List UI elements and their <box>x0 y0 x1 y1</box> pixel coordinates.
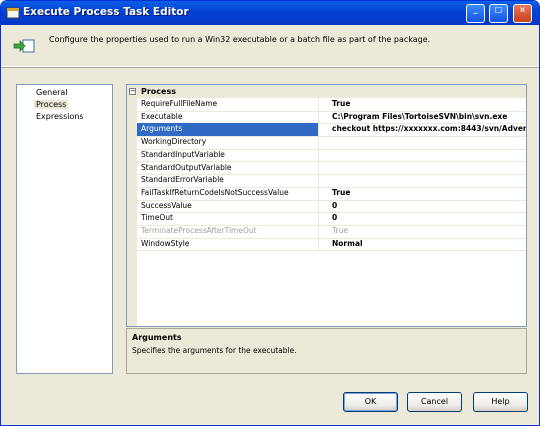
property-row-terminateprocessaftertimeout: TerminateProcessAfterTimeOut True <box>137 225 526 239</box>
property-name: SuccessValue <box>137 199 319 213</box>
property-row-requirefullfilename[interactable]: RequireFullFileName True <box>137 98 526 112</box>
category-row-process[interactable]: − Process <box>127 85 526 98</box>
property-name: Arguments <box>137 123 319 137</box>
page-navigation-list: General Process Expressions <box>16 84 113 374</box>
property-value[interactable]: C:\Program Files\TortoiseSVN\bin\svn.exe <box>320 111 526 124</box>
property-value[interactable] <box>320 149 526 162</box>
window-title: Execute Process Task Editor <box>23 6 189 18</box>
ok-button[interactable]: OK <box>343 392 398 412</box>
property-value[interactable]: 0 <box>320 200 526 213</box>
property-row-timeout[interactable]: TimeOut 0 <box>137 212 526 226</box>
property-name: StandardErrorVariable <box>137 174 319 187</box>
property-name: WindowStyle <box>137 237 319 251</box>
property-row-standardinputvariable[interactable]: StandardInputVariable <box>137 148 526 163</box>
title-bar[interactable]: Execute Process Task Editor _ □ × <box>1 1 539 25</box>
property-value[interactable] <box>320 174 526 187</box>
property-name: WorkingDirectory <box>137 136 319 149</box>
execute-process-task-editor-window: Execute Process Task Editor _ □ × Config… <box>0 0 540 426</box>
dialog-header: Configure the properties used to run a W… <box>1 25 539 67</box>
nav-item-expressions[interactable]: Expressions <box>34 112 86 121</box>
maximize-button[interactable]: □ <box>489 4 508 23</box>
property-row-arguments[interactable]: Arguments checkout https://xxxxxxx.com:8… <box>137 123 526 138</box>
property-row-failtaskifreturncodeisnotsuccessvalue[interactable]: FailTaskIfReturnCodeIsNotSuccessValue Tr… <box>137 186 526 201</box>
property-name: FailTaskIfReturnCodeIsNotSuccessValue <box>137 186 319 200</box>
property-row-successvalue[interactable]: SuccessValue 0 <box>137 199 526 214</box>
property-grid: − Process RequireFullFileName True Execu… <box>126 84 527 327</box>
minimize-button[interactable]: _ <box>466 4 485 23</box>
property-value[interactable] <box>320 162 526 175</box>
ssis-app-icon <box>6 7 20 19</box>
close-button[interactable]: × <box>513 4 532 23</box>
property-name: StandardOutputVariable <box>137 161 319 175</box>
nav-item-general[interactable]: General <box>34 88 70 97</box>
process-arrow-icon <box>13 39 35 53</box>
property-row-executable[interactable]: Executable C:\Program Files\TortoiseSVN\… <box>137 110 526 125</box>
property-name: StandardInputVariable <box>137 148 319 162</box>
property-row-standardoutputvariable[interactable]: StandardOutputVariable <box>137 161 526 176</box>
property-name: RequireFullFileName <box>137 98 319 111</box>
property-value[interactable]: 0 <box>320 212 526 225</box>
category-label: Process <box>141 87 176 96</box>
description-title: Arguments <box>132 333 182 342</box>
property-name: TimeOut <box>137 212 319 225</box>
header-description: Configure the properties used to run a W… <box>49 35 431 44</box>
help-button[interactable]: Help <box>473 392 528 412</box>
property-description-panel: Arguments Specifies the arguments for th… <box>126 328 527 374</box>
property-value[interactable]: True <box>320 98 526 111</box>
property-value[interactable]: True <box>320 187 526 200</box>
nav-item-process[interactable]: Process <box>34 100 69 109</box>
property-row-windowstyle[interactable]: WindowStyle Normal <box>137 237 526 252</box>
property-value[interactable]: checkout https://xxxxxxx.com:8443/svn/Ad… <box>320 123 526 136</box>
close-icon: × <box>519 5 526 14</box>
property-value[interactable]: Normal <box>320 238 526 251</box>
maximize-icon: □ <box>494 5 503 14</box>
property-name: TerminateProcessAfterTimeOut <box>137 225 319 238</box>
cancel-button[interactable]: Cancel <box>407 392 462 412</box>
description-text: Specifies the arguments for the executab… <box>132 346 297 355</box>
property-name: Executable <box>137 110 319 124</box>
property-grid-gutter <box>127 85 137 326</box>
property-value[interactable] <box>320 136 526 149</box>
property-row-standarderrorvariable[interactable]: StandardErrorVariable <box>137 174 526 188</box>
collapse-icon[interactable]: − <box>129 88 136 95</box>
property-value: True <box>332 226 348 235</box>
minimize-icon: _ <box>473 5 478 14</box>
property-row-workingdirectory[interactable]: WorkingDirectory <box>137 136 526 150</box>
